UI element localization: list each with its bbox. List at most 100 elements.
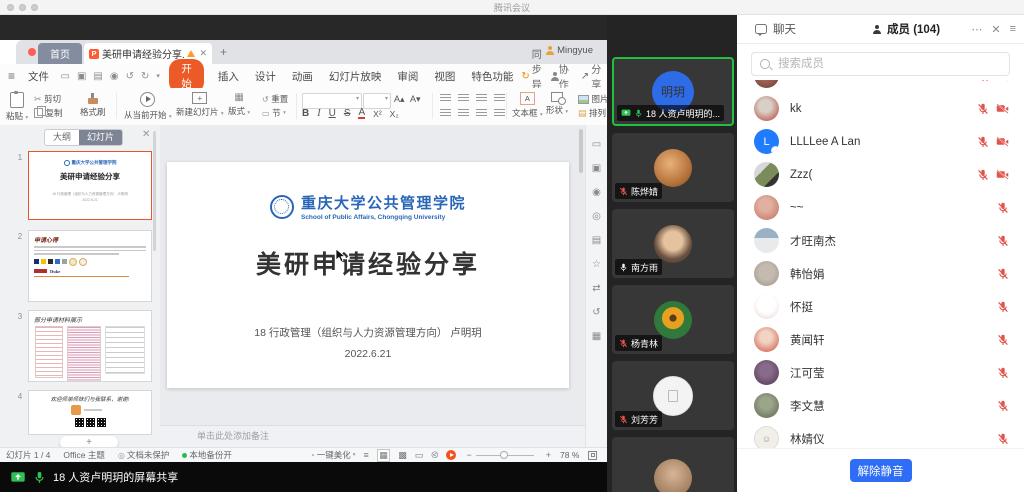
italic-button[interactable]: I (317, 108, 320, 119)
normal-view-icon[interactable]: ▦ (377, 449, 391, 462)
close-window-icon[interactable] (7, 4, 14, 11)
current-slide-canvas[interactable]: 重庆大学公共管理学院 School of Public Affairs, Cho… (167, 162, 569, 388)
mic-muted-icon[interactable] (997, 400, 1009, 412)
video-tile-sharer[interactable]: 明玥 18 人资卢明玥的... (612, 57, 734, 126)
camera-off-icon[interactable] (996, 80, 1009, 82)
meeting-window-controls[interactable] (7, 4, 38, 11)
video-tile[interactable]: 陈烨婧 (612, 133, 734, 202)
close-tab-icon[interactable]: ✕ (199, 48, 207, 59)
mic-muted-icon[interactable] (977, 103, 989, 115)
editor-scrollbar[interactable] (579, 129, 583, 173)
underline-button[interactable]: U (329, 108, 336, 119)
properties-icon[interactable]: ▭ (592, 139, 601, 150)
menu-slideshow[interactable]: 幻灯片放映 (329, 69, 382, 84)
theme-name[interactable]: Office 主题 (63, 449, 104, 461)
more-tools-icon[interactable]: ▾ (156, 72, 160, 80)
zoom-percent[interactable]: 78 % (560, 450, 579, 460)
panel-layout-icon[interactable]: ≡ (1010, 23, 1016, 35)
mic-muted-icon[interactable] (977, 169, 989, 181)
tab-outline[interactable]: 大纲 (45, 130, 79, 145)
layout-button[interactable]: ▦ 版式 ▾ (228, 92, 250, 117)
tab-chat[interactable]: 聊天 (755, 21, 796, 37)
bold-button[interactable]: B (302, 108, 309, 119)
redo-icon[interactable]: ↻ (141, 71, 149, 82)
fit-to-window-icon[interactable] (588, 451, 597, 460)
align-center-icon[interactable] (458, 109, 469, 118)
reset-button[interactable]: ↺ 重置 (262, 93, 288, 105)
mic-muted-icon[interactable] (997, 334, 1009, 346)
slideshow-play-icon[interactable] (446, 450, 456, 460)
unmute-button[interactable]: 解除静音 (850, 459, 912, 482)
cut-button[interactable]: ✂ 剪切 (34, 93, 61, 105)
slide-editor-area[interactable]: 重庆大学公共管理学院 School of Public Affairs, Cho… (160, 125, 585, 447)
zoom-slider[interactable] (476, 455, 534, 456)
close-panel-icon[interactable]: ✕ (142, 129, 150, 140)
member-row[interactable]: ~~ (737, 191, 1024, 224)
new-slide-button[interactable]: + 新建幻灯片 ▾ (176, 92, 224, 118)
member-row[interactable]: L LLLLee A Lan (737, 125, 1024, 158)
panel-close-icon[interactable]: ✕ (991, 23, 1000, 36)
mic-muted-icon[interactable] (997, 433, 1009, 445)
font-size-select[interactable] (363, 93, 391, 109)
mic-muted-icon[interactable] (997, 268, 1009, 280)
media-icon[interactable]: ▦ (592, 331, 601, 342)
mic-muted-icon[interactable] (977, 136, 989, 148)
zoom-in-icon[interactable]: + (546, 450, 551, 460)
beautify-button[interactable]: ◔ 一键美化 ▾ (310, 449, 356, 461)
subscript-button[interactable]: X₂ (390, 109, 399, 119)
settings-icon[interactable]: ◎ (592, 211, 601, 222)
ink-icon[interactable]: ◉ (592, 187, 601, 198)
document-protection[interactable]: ◎ 文档未保护 (118, 449, 170, 461)
menu-review[interactable]: 审阅 (397, 69, 418, 84)
tab-home[interactable]: 首页 (38, 43, 82, 64)
font-color-button[interactable]: A (358, 108, 365, 119)
member-list[interactable]: kk L LLLLee A Lan Zzz( ~~ (737, 80, 1024, 448)
paste-button[interactable]: 粘贴 ▾ (6, 92, 28, 122)
local-backup-status[interactable]: 本地备份开 (182, 449, 232, 461)
copy-button[interactable]: 复制 (34, 107, 63, 119)
slide-thumbnail-3[interactable]: 部分申请材料展示 (28, 310, 152, 382)
mic-muted-icon[interactable] (997, 202, 1009, 214)
numbered-list-icon[interactable] (458, 94, 469, 103)
save-icon[interactable]: ▣ (77, 71, 86, 82)
play-from-current-button[interactable]: 从当前开始 ▾ (124, 92, 172, 121)
zoom-out-icon[interactable]: − (466, 450, 471, 460)
member-search[interactable] (751, 52, 1010, 76)
member-row[interactable]: 江可莹 (737, 356, 1024, 389)
menu-view[interactable]: 视图 (434, 69, 455, 84)
member-row[interactable]: Zzz( (737, 158, 1024, 191)
slide-sorter-icon[interactable]: ▩ (398, 450, 407, 461)
decrease-font-icon[interactable]: A▾ (410, 94, 421, 105)
mic-muted-icon[interactable] (997, 301, 1009, 313)
menu-animation[interactable]: 动画 (292, 69, 313, 84)
increase-indent-icon[interactable] (494, 94, 505, 103)
close-window-icon[interactable] (28, 48, 36, 56)
outline-view-icon[interactable]: ≡ (363, 450, 368, 460)
decrease-indent-icon[interactable] (476, 94, 487, 103)
increase-font-icon[interactable]: A▴ (394, 94, 405, 105)
align-left-icon[interactable] (440, 109, 451, 118)
minimize-window-icon[interactable] (19, 4, 26, 11)
transition-icon[interactable]: ⇄ (592, 283, 600, 294)
slide-thumbnail-1[interactable]: 重庆大学公共管理学院 美研申请经验分享 18 行政管理（组织与人力资源管理方向）… (28, 151, 152, 220)
zoom-slider-knob[interactable] (500, 451, 508, 459)
mic-muted-icon[interactable] (977, 80, 989, 82)
superscript-button[interactable]: X² (373, 109, 382, 119)
format-painter-button[interactable]: 格式刷 (80, 92, 106, 118)
selection-pane-icon[interactable]: ▤ (592, 235, 601, 246)
member-row[interactable]: 李文慧 (737, 389, 1024, 422)
panel-more-icon[interactable]: ⋯ (971, 23, 982, 36)
arrange-button[interactable]: ▤ 排列 (578, 107, 606, 119)
new-tab-button[interactable]: + (220, 45, 227, 59)
notes-placeholder[interactable]: 单击此处添加备注 (160, 425, 585, 447)
video-tile[interactable]: 南方雨 (612, 209, 734, 278)
bullet-list-icon[interactable] (440, 94, 451, 103)
print-icon[interactable]: ▤ (93, 71, 102, 82)
justify-icon[interactable] (494, 109, 505, 118)
camera-off-icon[interactable] (996, 102, 1009, 115)
favorites-icon[interactable]: ☆ (592, 259, 601, 270)
strikethrough-button[interactable]: S (344, 108, 351, 119)
align-right-icon[interactable] (476, 109, 487, 118)
history-icon[interactable]: ↺ (592, 307, 600, 318)
panel-view-toggle[interactable]: 大纲 幻灯片 (44, 129, 123, 146)
